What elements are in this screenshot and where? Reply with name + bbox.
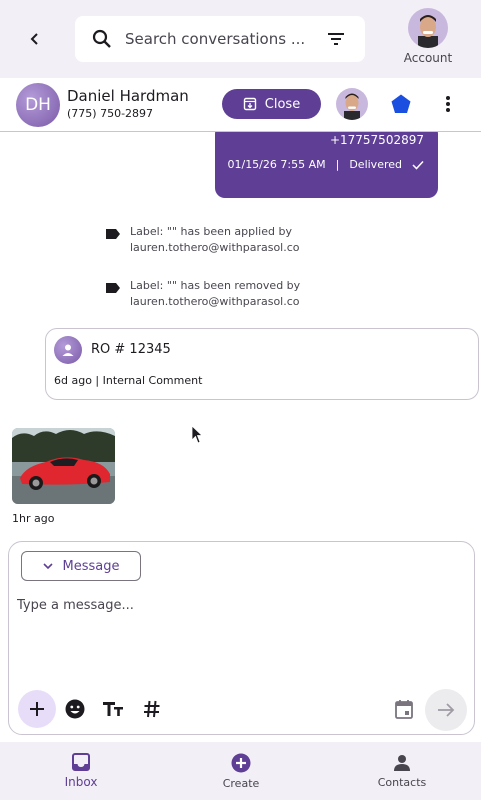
more-options-button[interactable] bbox=[437, 92, 459, 116]
nav-create-label: Create bbox=[222, 776, 260, 790]
message-recipient: +17757502897 bbox=[329, 133, 424, 147]
message-input[interactable] bbox=[17, 598, 457, 678]
comment-avatar bbox=[54, 336, 82, 364]
nav-create[interactable]: Create bbox=[191, 742, 291, 800]
search-icon bbox=[92, 29, 111, 48]
search-input[interactable] bbox=[125, 27, 313, 51]
label-event: Label: "" has been applied by lauren.tot… bbox=[106, 224, 320, 256]
label-event-text: Label: "" has been applied by lauren.tot… bbox=[130, 225, 300, 254]
text-format-button[interactable] bbox=[95, 691, 131, 727]
nav-inbox-label: Inbox bbox=[64, 775, 98, 789]
account-label: Account bbox=[403, 51, 453, 65]
image-attachment[interactable] bbox=[12, 428, 115, 504]
hashtag-button[interactable] bbox=[134, 691, 170, 727]
message-type-dropdown[interactable]: Message bbox=[21, 551, 141, 581]
nav-inbox[interactable]: Inbox bbox=[31, 742, 131, 800]
bottom-navigation: Inbox Create Contacts bbox=[0, 742, 481, 800]
archive-icon bbox=[243, 97, 256, 111]
send-button[interactable] bbox=[425, 689, 467, 731]
schedule-button[interactable] bbox=[386, 691, 422, 727]
account-button[interactable]: Account bbox=[398, 8, 458, 65]
text-format-icon bbox=[103, 702, 123, 716]
attachment-time: 1hr ago bbox=[12, 512, 55, 525]
comment-title: RO # 12345 bbox=[91, 342, 171, 357]
message-composer: Message bbox=[8, 541, 475, 735]
label-event-text: Label: "" has been removed by lauren.tot… bbox=[130, 279, 301, 308]
add-attachment-button[interactable] bbox=[18, 690, 56, 728]
assignee-avatar[interactable] bbox=[336, 88, 368, 120]
arrow-right-icon bbox=[438, 703, 455, 717]
close-conversation-button[interactable]: Close bbox=[222, 89, 321, 119]
back-button[interactable] bbox=[22, 26, 48, 52]
message-type-label: Message bbox=[62, 558, 120, 574]
chevron-left-icon bbox=[30, 33, 38, 45]
label-event: Label: "" has been removed by lauren.tot… bbox=[106, 278, 320, 310]
plus-icon bbox=[30, 702, 44, 716]
person-icon bbox=[62, 344, 74, 356]
mouse-pointer-icon bbox=[191, 425, 204, 444]
hashtag-icon bbox=[144, 700, 160, 718]
emoji-button[interactable] bbox=[57, 691, 93, 727]
close-label: Close bbox=[264, 96, 301, 112]
search-bar[interactable] bbox=[75, 16, 365, 62]
account-avatar bbox=[408, 8, 448, 48]
emoji-icon bbox=[65, 699, 85, 719]
check-icon bbox=[412, 160, 424, 170]
contact-header: DH Daniel Hardman (775) 750-2897 Close bbox=[0, 78, 481, 132]
chevron-down-icon bbox=[42, 563, 53, 570]
delivery-status: Delivered bbox=[349, 158, 402, 171]
nav-contacts-label: Contacts bbox=[377, 775, 427, 789]
outgoing-message[interactable]: +17757502897 01/15/26 7:55 AM | Delivere… bbox=[215, 132, 438, 198]
label-icon bbox=[106, 229, 120, 239]
top-bar: Account bbox=[0, 0, 481, 78]
message-meta: 01/15/26 7:55 AM | Delivered bbox=[227, 158, 424, 171]
contact-phone: (775) 750-2897 bbox=[67, 107, 154, 120]
nav-contacts[interactable]: Contacts bbox=[352, 742, 452, 800]
calendar-icon bbox=[395, 700, 413, 719]
message-timestamp: 01/15/26 7:55 AM bbox=[227, 158, 326, 171]
add-circle-icon bbox=[231, 753, 251, 772]
contact-avatar[interactable]: DH bbox=[16, 83, 60, 127]
meta-separator: | bbox=[335, 158, 340, 171]
comment-meta: 6d ago | Internal Comment bbox=[54, 374, 203, 387]
more-vert-icon bbox=[446, 96, 450, 112]
label-icon bbox=[106, 283, 120, 293]
person-icon bbox=[394, 754, 410, 771]
filter-icon[interactable] bbox=[325, 28, 347, 50]
internal-comment[interactable]: RO # 12345 6d ago | Internal Comment bbox=[45, 328, 479, 400]
pentagon-icon[interactable] bbox=[390, 93, 412, 115]
conversation-thread[interactable]: +17757502897 01/15/26 7:55 AM | Delivere… bbox=[0, 132, 481, 540]
inbox-icon bbox=[72, 753, 90, 771]
contact-name[interactable]: Daniel Hardman bbox=[67, 87, 189, 105]
